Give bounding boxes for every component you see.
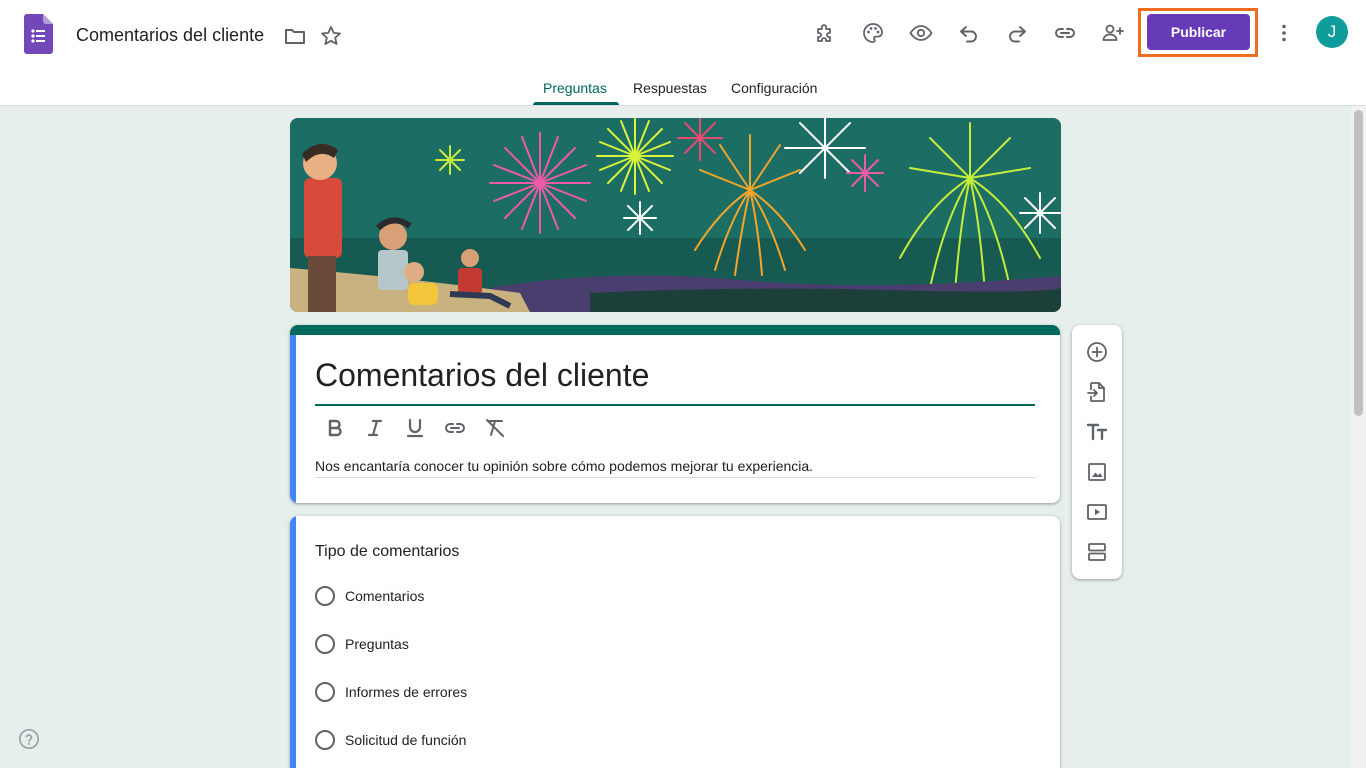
header-banner-image: [290, 118, 1061, 312]
account-avatar[interactable]: J: [1316, 16, 1348, 48]
redo-icon[interactable]: [1005, 21, 1029, 45]
folder-icon[interactable]: [283, 24, 307, 48]
tab-preguntas[interactable]: Preguntas: [543, 80, 607, 96]
active-tab-indicator: [533, 102, 619, 105]
form-description-input[interactable]: Nos encantaría conocer tu opinión sobre …: [315, 458, 813, 474]
option-preguntas[interactable]: Preguntas: [315, 633, 409, 655]
bold-icon[interactable]: [323, 416, 347, 440]
option-label: Preguntas: [345, 636, 409, 652]
option-informes-de-errores[interactable]: Informes de errores: [315, 681, 467, 703]
tab-respuestas[interactable]: Respuestas: [633, 80, 707, 96]
option-label: Solicitud de función: [345, 732, 467, 748]
form-title-input[interactable]: Comentarios del cliente: [315, 357, 649, 394]
addon-icon[interactable]: [813, 21, 837, 45]
undo-icon[interactable]: [957, 21, 981, 45]
radio-button[interactable]: [315, 730, 335, 750]
theme-top-bar: [290, 325, 1060, 335]
document-title[interactable]: Comentarios del cliente: [76, 25, 264, 46]
title-field-underline: [315, 404, 1035, 406]
add-video-icon[interactable]: [1085, 500, 1109, 524]
scrollbar-thumb[interactable]: [1354, 110, 1363, 416]
question-card-indicator: [290, 516, 296, 768]
active-card-indicator: [290, 335, 296, 503]
add-image-icon[interactable]: [1085, 460, 1109, 484]
option-solicitud-de-funcion[interactable]: Solicitud de función: [315, 729, 466, 751]
form-header-card[interactable]: Comentarios del cliente Nos encantaría c…: [290, 325, 1060, 503]
forms-logo-icon[interactable]: [24, 14, 53, 54]
tab-configuracion[interactable]: Configuración: [731, 80, 817, 96]
question-card[interactable]: Tipo de comentarios Comentarios Pregunta…: [290, 516, 1060, 768]
radio-button[interactable]: [315, 682, 335, 702]
floating-side-toolbar: [1072, 325, 1122, 579]
clear-format-icon[interactable]: [483, 416, 507, 440]
publish-button[interactable]: Publicar: [1147, 14, 1250, 50]
top-header: Comentarios del cliente Publicar J Pregu…: [0, 0, 1366, 106]
question-title[interactable]: Tipo de comentarios: [315, 543, 459, 561]
option-comentarios[interactable]: Comentarios: [315, 585, 424, 607]
insert-link-icon[interactable]: [443, 416, 467, 440]
italic-icon[interactable]: [363, 416, 387, 440]
link-icon[interactable]: [1053, 21, 1077, 45]
underline-icon[interactable]: [403, 416, 427, 440]
palette-icon[interactable]: [861, 21, 885, 45]
preview-eye-icon[interactable]: [909, 21, 933, 45]
radio-button[interactable]: [315, 634, 335, 654]
option-label: Comentarios: [345, 588, 425, 604]
import-questions-icon[interactable]: [1085, 380, 1109, 404]
add-title-icon[interactable]: [1085, 420, 1109, 444]
help-icon[interactable]: [18, 728, 40, 750]
add-collaborator-icon[interactable]: [1101, 21, 1125, 45]
add-section-icon[interactable]: [1085, 540, 1109, 564]
star-icon[interactable]: [319, 24, 343, 48]
more-vert-icon[interactable]: [1272, 21, 1296, 45]
description-field-underline: [315, 477, 1035, 478]
option-label: Informes de errores: [345, 684, 468, 700]
add-question-icon[interactable]: [1085, 340, 1109, 364]
radio-button[interactable]: [315, 586, 335, 606]
